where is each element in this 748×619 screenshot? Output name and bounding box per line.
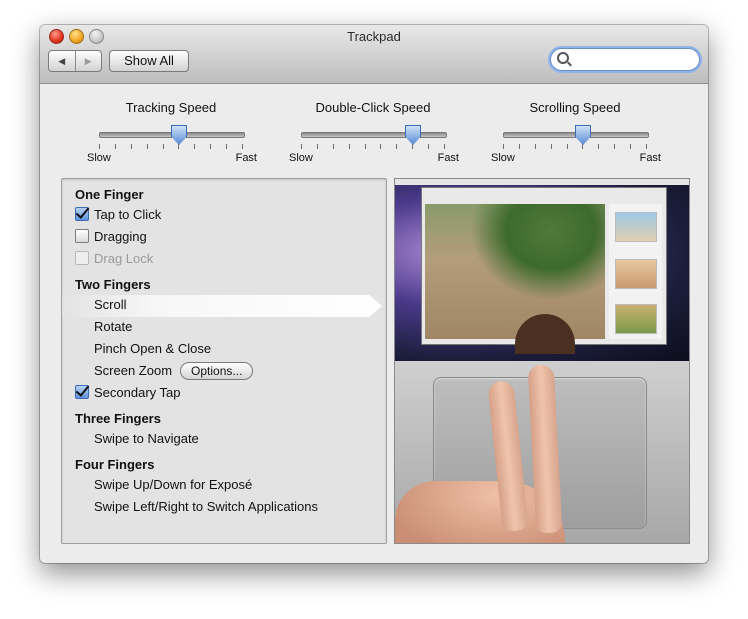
slider-tick — [333, 144, 334, 149]
slider-tick — [444, 144, 445, 149]
slider-tick — [519, 144, 520, 149]
slider-tick — [242, 144, 243, 149]
row-pinch[interactable]: Pinch Open & Close — [94, 338, 384, 358]
scrolling-speed-min-label: Slow — [491, 152, 515, 164]
scrolling-speed-max-label: Fast — [639, 152, 661, 164]
secondary-tap-checkbox[interactable] — [75, 384, 89, 399]
tracking-speed-knob[interactable] — [171, 125, 187, 145]
preview-app-window — [421, 187, 667, 354]
swipe-navigate-label: Swipe to Navigate — [94, 430, 199, 446]
slider-tick — [535, 144, 536, 149]
tracking-speed-max-label: Fast — [235, 152, 257, 164]
row-swipe-switch-apps[interactable]: Swipe Left/Right to Switch Applications — [94, 496, 384, 516]
rotate-label: Rotate — [94, 318, 133, 334]
pinch-label: Pinch Open & Close — [94, 340, 212, 356]
section-three-fingers: Three Fingers — [75, 411, 161, 426]
section-four-fingers: Four Fingers — [75, 457, 155, 472]
double-click-speed-max-label: Fast — [437, 152, 459, 164]
slider-tick — [598, 144, 599, 149]
scroll-label: Scroll — [94, 296, 127, 312]
section-one-finger: One Finger — [75, 187, 144, 202]
forward-button[interactable]: ▶ — [74, 51, 102, 71]
dragging-label: Dragging — [94, 228, 147, 244]
slider-tick — [210, 144, 211, 149]
window-title: Trackpad — [347, 29, 401, 44]
preview-thumbnail — [615, 212, 657, 242]
preview-screen — [395, 179, 689, 361]
back-button[interactable]: ◀ — [49, 51, 75, 71]
row-swipe-expose[interactable]: Swipe Up/Down for Exposé — [94, 474, 384, 494]
slider-tick — [163, 144, 164, 149]
tracking-speed-slider-group: Tracking Speed Slow Fast — [87, 100, 257, 164]
tap-to-click-checkbox[interactable] — [75, 206, 89, 221]
preview-thumbnail — [615, 304, 657, 334]
double-click-speed-label: Double-Click Speed — [315, 100, 431, 115]
drag-lock-label: Drag Lock — [94, 250, 154, 266]
section-two-fingers: Two Fingers — [75, 277, 151, 292]
slider-tick — [115, 144, 116, 149]
scrolling-speed-ticks — [503, 144, 647, 149]
row-drag-lock: Drag Lock — [75, 248, 365, 268]
slider-tick — [317, 144, 318, 149]
row-screen-zoom[interactable]: Screen Zoom Options... — [94, 360, 384, 380]
tracking-speed-label: Tracking Speed — [125, 100, 217, 115]
slider-tick — [349, 144, 350, 149]
options-button[interactable]: Options... — [180, 361, 254, 380]
search-field[interactable] — [550, 48, 700, 71]
double-click-speed-min-label: Slow — [289, 152, 313, 164]
secondary-tap-label: Secondary Tap — [94, 384, 181, 400]
double-click-speed-track[interactable] — [301, 132, 447, 138]
slider-tick — [428, 144, 429, 149]
row-dragging[interactable]: Dragging — [75, 226, 365, 246]
slider-tick — [380, 144, 381, 149]
slider-tick — [301, 144, 302, 149]
slider-tick — [567, 144, 568, 149]
row-scroll[interactable]: Scroll — [94, 294, 384, 314]
gesture-preview-video — [394, 178, 690, 544]
slider-tick — [396, 144, 397, 149]
scrolling-speed-knob[interactable] — [575, 125, 591, 145]
nav-buttons: ◀ ▶ — [48, 50, 102, 72]
slider-tick — [147, 144, 148, 149]
toolbar: Trackpad ◀ ▶ Show All — [40, 25, 708, 84]
preview-thumbnails — [609, 204, 662, 339]
preview-photo — [425, 204, 605, 354]
slider-tick — [646, 144, 647, 149]
tracking-speed-min-label: Slow — [87, 152, 111, 164]
double-click-speed-ticks — [301, 144, 445, 149]
row-swipe-navigate[interactable]: Swipe to Navigate — [94, 428, 384, 448]
row-secondary-tap[interactable]: Secondary Tap — [75, 382, 365, 402]
slider-tick — [131, 144, 132, 149]
tracking-speed-ticks — [99, 144, 243, 149]
preview-thumbnail — [615, 259, 657, 289]
search-icon — [557, 52, 569, 64]
slider-tick — [365, 144, 366, 149]
dragging-checkbox[interactable] — [75, 228, 89, 243]
slider-tick — [551, 144, 552, 149]
slider-tick — [99, 144, 100, 149]
gesture-list: One Finger Tap to Click Dragging Drag Lo… — [61, 178, 387, 544]
preview-menubar — [395, 179, 689, 185]
row-rotate[interactable]: Rotate — [94, 316, 384, 336]
swipe-expose-label: Swipe Up/Down for Exposé — [94, 476, 253, 492]
double-click-speed-slider-group: Double-Click Speed Slow Fast — [289, 100, 459, 164]
drag-lock-checkbox — [75, 250, 89, 265]
tap-to-click-label: Tap to Click — [94, 206, 162, 222]
show-all-button[interactable]: Show All — [109, 50, 189, 72]
trackpad-window: Trackpad ◀ ▶ Show All Tracking Speed Slo… — [40, 25, 708, 563]
scrolling-speed-slider-group: Scrolling Speed Slow Fast — [491, 100, 661, 164]
slider-tick — [503, 144, 504, 149]
double-click-speed-knob[interactable] — [405, 125, 421, 145]
swipe-switch-apps-label: Swipe Left/Right to Switch Applications — [94, 498, 319, 514]
row-tap-to-click[interactable]: Tap to Click — [75, 204, 365, 224]
preview-photo-subject — [515, 314, 575, 354]
slider-tick — [630, 144, 631, 149]
slider-tick — [614, 144, 615, 149]
slider-tick — [226, 144, 227, 149]
screen-zoom-label: Screen Zoom — [94, 362, 173, 378]
slider-tick — [194, 144, 195, 149]
preview-trackpad-area — [395, 361, 689, 543]
scrolling-speed-label: Scrolling Speed — [529, 100, 621, 115]
